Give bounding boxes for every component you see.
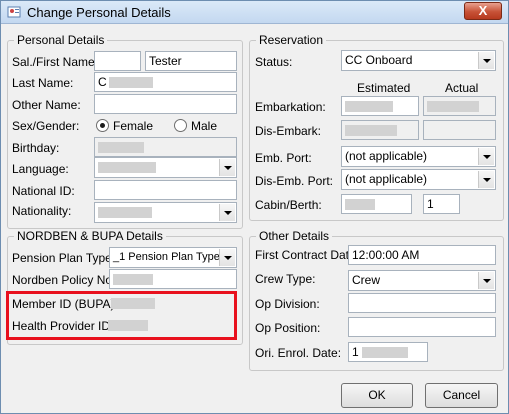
redacted-text	[113, 274, 153, 286]
pension-plan-value: _1 Pension Plan Type 1	[113, 251, 229, 263]
redacted-text	[108, 320, 148, 332]
app-icon	[7, 6, 21, 18]
nationality-select[interactable]	[94, 202, 237, 223]
pension-plan-label: Pension Plan Type:	[12, 251, 116, 265]
window-title: Change Personal Details	[27, 5, 171, 20]
chevron-down-icon[interactable]	[478, 272, 494, 289]
chevron-down-icon[interactable]	[478, 52, 494, 69]
female-label: Female	[113, 119, 154, 133]
redacted-text	[98, 207, 152, 219]
cabin-berth-label: Cabin/Berth:	[255, 198, 322, 212]
disembark-actual-input[interactable]	[423, 120, 496, 140]
redacted-text	[98, 142, 144, 154]
reservation-legend: Reservation	[259, 33, 324, 47]
cancel-button[interactable]: Cancel	[425, 383, 498, 408]
chevron-down-icon[interactable]	[478, 148, 494, 165]
actual-label: Actual	[445, 81, 479, 95]
redacted-text	[345, 125, 397, 137]
policy-no-input[interactable]	[109, 269, 237, 289]
op-division-input[interactable]	[348, 293, 496, 313]
birthday-label: Birthday:	[12, 141, 60, 155]
ok-button[interactable]: OK	[341, 383, 413, 408]
disembark-estimated-input[interactable]	[341, 120, 419, 140]
redacted-text	[361, 347, 408, 359]
status-label: Status:	[255, 55, 293, 69]
chevron-down-icon[interactable]	[219, 204, 235, 221]
crew-type-label: Crew Type:	[255, 272, 316, 286]
estimated-label: Estimated	[357, 81, 411, 95]
embarkation-actual-input[interactable]	[423, 96, 496, 116]
policy-no-label: Nordben Policy No:	[12, 273, 116, 287]
redacted-text	[345, 199, 375, 211]
other-details-legend: Other Details	[259, 229, 330, 243]
embarkation-estimated-input[interactable]	[341, 96, 419, 116]
personal-details-legend: Personal Details	[17, 33, 105, 47]
embarkation-label: Embarkation:	[255, 100, 326, 114]
disemb-port-label: Dis-Emb. Port:	[255, 174, 334, 188]
member-id-label: Member ID (BUPA):	[12, 297, 118, 311]
health-provider-label: Health Provider ID:	[12, 319, 114, 333]
status-select[interactable]: CC Onboard	[341, 50, 496, 71]
salutation-input[interactable]	[94, 51, 141, 71]
language-select[interactable]	[94, 157, 237, 178]
sex-gender-label: Sex/Gender:	[12, 119, 80, 133]
language-label: Language:	[12, 162, 69, 176]
redacted-text	[111, 298, 155, 310]
op-division-label: Op Division:	[255, 297, 320, 311]
male-radio[interactable]	[174, 119, 187, 132]
health-provider-input[interactable]	[104, 315, 231, 335]
sal-first-name-label: Sal./First Name:	[12, 55, 99, 69]
nordben-bupa-legend: NORDBEN & BUPA Details	[17, 229, 163, 243]
crew-type-select[interactable]: Crew	[348, 270, 496, 291]
emb-port-value: (not applicable)	[345, 149, 428, 163]
emb-port-label: Emb. Port:	[255, 151, 312, 165]
national-id-label: National ID:	[12, 184, 75, 198]
last-name-label: Last Name:	[12, 76, 74, 90]
enrol-date-value: 1	[352, 345, 359, 359]
op-position-input[interactable]	[348, 317, 496, 337]
enrol-date-input[interactable]: 1	[348, 342, 428, 362]
emb-port-select[interactable]: (not applicable)	[341, 146, 496, 167]
chevron-down-icon[interactable]	[219, 159, 235, 176]
last-name-value: C	[98, 75, 107, 89]
chevron-down-icon[interactable]	[219, 249, 235, 266]
cabin-input[interactable]	[341, 194, 412, 214]
last-name-input[interactable]: C	[94, 72, 237, 92]
first-name-input[interactable]: Tester	[145, 51, 237, 71]
other-name-label: Other Name:	[12, 98, 81, 112]
disembark-label: Dis-Embark:	[255, 124, 322, 138]
disemb-port-value: (not applicable)	[345, 172, 428, 186]
change-personal-details-dialog: Change Personal Details X Personal Detai…	[0, 0, 509, 414]
op-position-label: Op Position:	[255, 321, 321, 335]
other-name-input[interactable]	[94, 94, 237, 114]
redacted-text	[345, 101, 393, 113]
pension-plan-select[interactable]: _1 Pension Plan Type 1	[109, 247, 237, 268]
chevron-down-icon[interactable]	[478, 171, 494, 188]
national-id-input[interactable]	[94, 180, 237, 200]
close-button[interactable]: X	[464, 2, 502, 20]
disemb-port-select[interactable]: (not applicable)	[341, 169, 496, 190]
redacted-text	[98, 162, 156, 174]
title-bar[interactable]: Change Personal Details X	[1, 1, 508, 24]
male-label: Male	[191, 119, 218, 133]
birthday-input[interactable]	[94, 137, 237, 157]
nationality-label: Nationality:	[12, 204, 72, 218]
redacted-text	[427, 101, 479, 113]
female-radio[interactable]	[96, 119, 109, 132]
berth-input[interactable]: 1	[423, 194, 460, 214]
status-value: CC Onboard	[345, 53, 413, 67]
crew-type-value: Crew	[352, 273, 381, 287]
first-contract-label: First Contract Date	[255, 248, 356, 262]
member-id-input[interactable]	[107, 293, 231, 313]
enrol-date-label: Ori. Enrol. Date:	[255, 346, 342, 360]
redacted-text	[108, 77, 153, 89]
first-contract-input[interactable]: 12:00:00 AM	[348, 245, 496, 265]
